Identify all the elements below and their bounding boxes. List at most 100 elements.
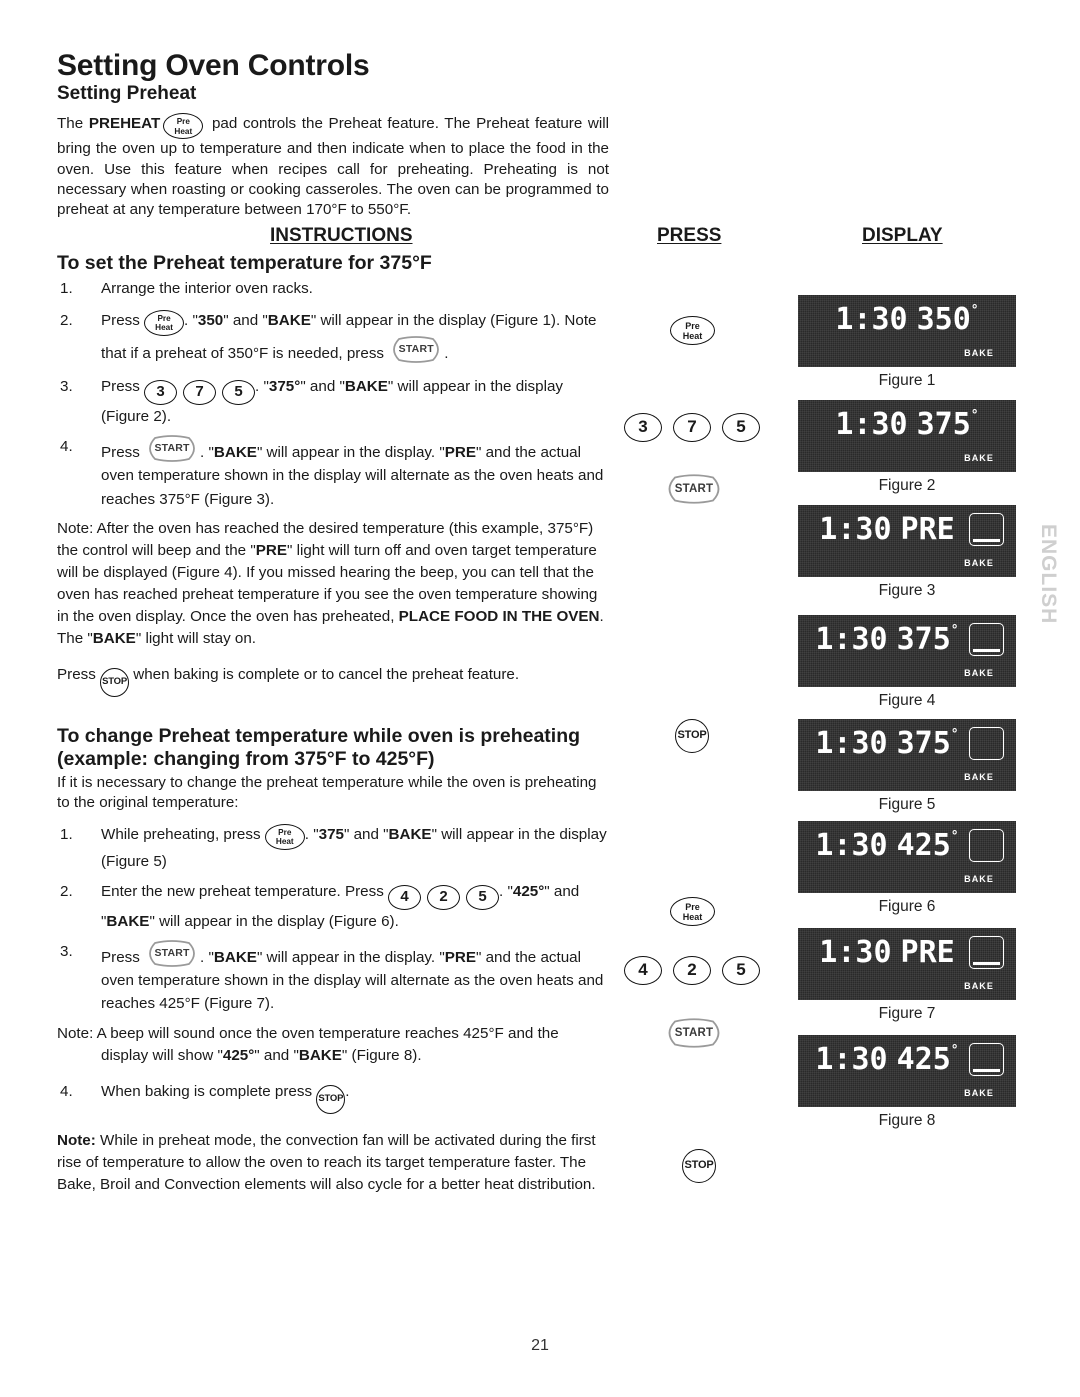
stop-key-icon[interactable]: STOP bbox=[682, 1149, 716, 1183]
stop-key-icon[interactable]: STOP bbox=[100, 667, 130, 697]
pre-heat-key-icon[interactable]: Pre Heat bbox=[163, 113, 204, 140]
stop-key-icon[interactable]: STOP bbox=[675, 719, 709, 753]
step-text: Press bbox=[101, 444, 145, 462]
press-digits-425[interactable]: 4 2 5 bbox=[624, 956, 760, 985]
english-side-tab: ENGLISH bbox=[1037, 523, 1060, 625]
list-item: 3. Press START . "BAKE" will appear in the… bbox=[57, 940, 609, 1015]
lcd-value: 375 bbox=[896, 726, 951, 761]
press-column: PreHeat 3 7 5 START STOP PreHeat 4 2 5 bbox=[612, 0, 792, 1397]
lcd-value: 375 bbox=[896, 622, 951, 657]
digit-key-7-icon[interactable]: 7 bbox=[673, 413, 711, 442]
figure-block: 1:30 375° BAKE Figure 2 bbox=[798, 400, 1016, 495]
page-title: Setting Oven Controls bbox=[57, 49, 370, 82]
section2-steps: 1. While preheating, press Pre Heat. "375"… bbox=[57, 823, 609, 1015]
lcd-degree-symbol: ° bbox=[970, 303, 979, 318]
press-stop-2[interactable]: STOP bbox=[682, 1149, 716, 1183]
digit-key-2-icon[interactable]: 2 bbox=[673, 956, 711, 985]
intro-text-lead: The bbox=[57, 115, 89, 133]
digit-key-3-icon[interactable]: 3 bbox=[144, 380, 178, 406]
lcd-bake-indicator: BAKE bbox=[964, 772, 994, 782]
press-start-2[interactable]: START bbox=[663, 1018, 725, 1048]
step-text: . " bbox=[200, 949, 214, 967]
step-bold-value: 425° bbox=[512, 883, 545, 901]
pre-heat-key-line1: Pre bbox=[278, 828, 292, 838]
figure-caption: Figure 6 bbox=[878, 898, 936, 915]
column-header-instructions: INSTRUCTIONS bbox=[270, 225, 413, 246]
stop-key-icon[interactable]: STOP bbox=[316, 1084, 346, 1114]
pre-heat-key-icon[interactable]: Pre Heat bbox=[264, 824, 305, 851]
start-key-icon[interactable]: START bbox=[663, 474, 725, 504]
step-bold-value: BAKE bbox=[213, 949, 257, 967]
stop-line-text: when baking is complete or to cancel the… bbox=[129, 665, 520, 683]
lcd-bake-indicator: BAKE bbox=[964, 348, 994, 358]
step-number: 2. bbox=[60, 883, 73, 901]
oven-display-panel: 1:30 425° BAKE bbox=[798, 821, 1016, 893]
press-digits-375[interactable]: 3 7 5 bbox=[624, 413, 760, 442]
section2-heading: To change Preheat temperature while oven… bbox=[57, 724, 581, 770]
step-text: . " bbox=[499, 883, 513, 901]
final-note-text: While in preheat mode, the convection fa… bbox=[57, 1131, 596, 1193]
start-key-icon[interactable]: START bbox=[144, 435, 200, 463]
section1-stop-line: Press STOP when baking is complete or to… bbox=[57, 661, 609, 697]
step-bold-value: PRE bbox=[444, 444, 476, 462]
pre-heat-key-line1: Pre bbox=[157, 314, 171, 324]
final-note-bold: Note: bbox=[57, 1131, 96, 1149]
start-key-label: START bbox=[398, 343, 434, 356]
page-number: 21 bbox=[531, 1337, 549, 1354]
digit-key-5-icon[interactable]: 5 bbox=[722, 413, 760, 442]
pre-heat-key-icon[interactable]: Pre Heat bbox=[670, 897, 715, 926]
oven-cavity-icon bbox=[969, 513, 1004, 546]
start-key-icon[interactable]: START bbox=[144, 940, 200, 968]
digit-key-5-icon[interactable]: 5 bbox=[466, 885, 500, 911]
page-subtitle: Setting Preheat bbox=[57, 82, 197, 104]
lcd-value: 425 bbox=[896, 828, 951, 863]
digit-key-4-icon[interactable]: 4 bbox=[624, 956, 662, 985]
step-number: 3. bbox=[60, 943, 73, 961]
step-bold-value: BAKE bbox=[267, 312, 311, 330]
step-text: " will appear in the display. " bbox=[256, 949, 445, 967]
figure-caption: Figure 2 bbox=[878, 477, 936, 494]
list-item: 2. Enter the new preheat temperature. Pre… bbox=[57, 880, 609, 933]
start-key-icon[interactable]: START bbox=[388, 336, 444, 364]
lcd-segments: 1:30 375° bbox=[798, 407, 1016, 442]
step-text: . bbox=[345, 1082, 350, 1100]
digit-key-7-icon[interactable]: 7 bbox=[183, 380, 217, 406]
step-number: 4. bbox=[60, 438, 73, 456]
list-item: 3. Press 375. "375°" and "BAKE" will appe… bbox=[57, 375, 609, 428]
pre-heat-key-icon[interactable]: Pre Heat bbox=[670, 316, 715, 345]
start-key-icon[interactable]: START bbox=[663, 1018, 725, 1048]
digit-key-5-icon[interactable]: 5 bbox=[222, 380, 256, 406]
figure-block: 1:30 375° BAKE Figure 5 bbox=[798, 719, 1016, 814]
step-bold-value: BAKE bbox=[388, 826, 432, 844]
lcd-value: 375 bbox=[916, 407, 971, 442]
digit-key-2-icon[interactable]: 2 bbox=[427, 885, 461, 911]
press-stop-1[interactable]: STOP bbox=[675, 719, 709, 753]
pre-heat-key-icon[interactable]: Pre Heat bbox=[144, 310, 185, 337]
step-number: 3. bbox=[60, 378, 73, 396]
list-item: 2. Press Pre Heat. "350" and "BAKE" will a… bbox=[57, 307, 609, 368]
step-bold-value: BAKE bbox=[213, 444, 257, 462]
list-item: 4. Press START . "BAKE" will appear in the… bbox=[57, 435, 609, 510]
digit-key-5-icon[interactable]: 5 bbox=[722, 956, 760, 985]
press-pre-heat-2[interactable]: Pre Heat bbox=[670, 897, 715, 926]
section2-note: Note: A beep will sound once the oven te… bbox=[57, 1023, 609, 1067]
digit-key-3-icon[interactable]: 3 bbox=[624, 413, 662, 442]
note-text: " and " bbox=[254, 1046, 299, 1064]
step-text: " will appear in the display. " bbox=[256, 444, 445, 462]
start-key-label: START bbox=[674, 1027, 714, 1039]
figure-caption: Figure 5 bbox=[878, 796, 936, 813]
note-text: " light will stay on. bbox=[135, 629, 257, 647]
oven-cavity-icon bbox=[969, 936, 1004, 969]
pre-heat-key-line2: Heat bbox=[682, 330, 703, 341]
digit-key-4-icon[interactable]: 4 bbox=[388, 885, 422, 911]
oven-display-panel: 1:30 375° BAKE bbox=[798, 615, 1016, 687]
lcd-bake-indicator: BAKE bbox=[964, 453, 994, 463]
press-start-1[interactable]: START bbox=[663, 474, 725, 504]
lcd-time: 1:30 bbox=[819, 935, 892, 970]
section2-final-step: 4. When baking is complete press STOP. bbox=[57, 1078, 609, 1114]
step-bold-value: BAKE bbox=[106, 913, 150, 931]
intro-paragraph: The PREHEAT Pre Heat pad controls the Preh… bbox=[57, 113, 609, 220]
press-pre-heat-1[interactable]: Pre Heat bbox=[670, 316, 715, 345]
step-text: When baking is complete press bbox=[101, 1082, 317, 1100]
note-bold: PLACE FOOD IN THE OVEN bbox=[398, 607, 600, 625]
